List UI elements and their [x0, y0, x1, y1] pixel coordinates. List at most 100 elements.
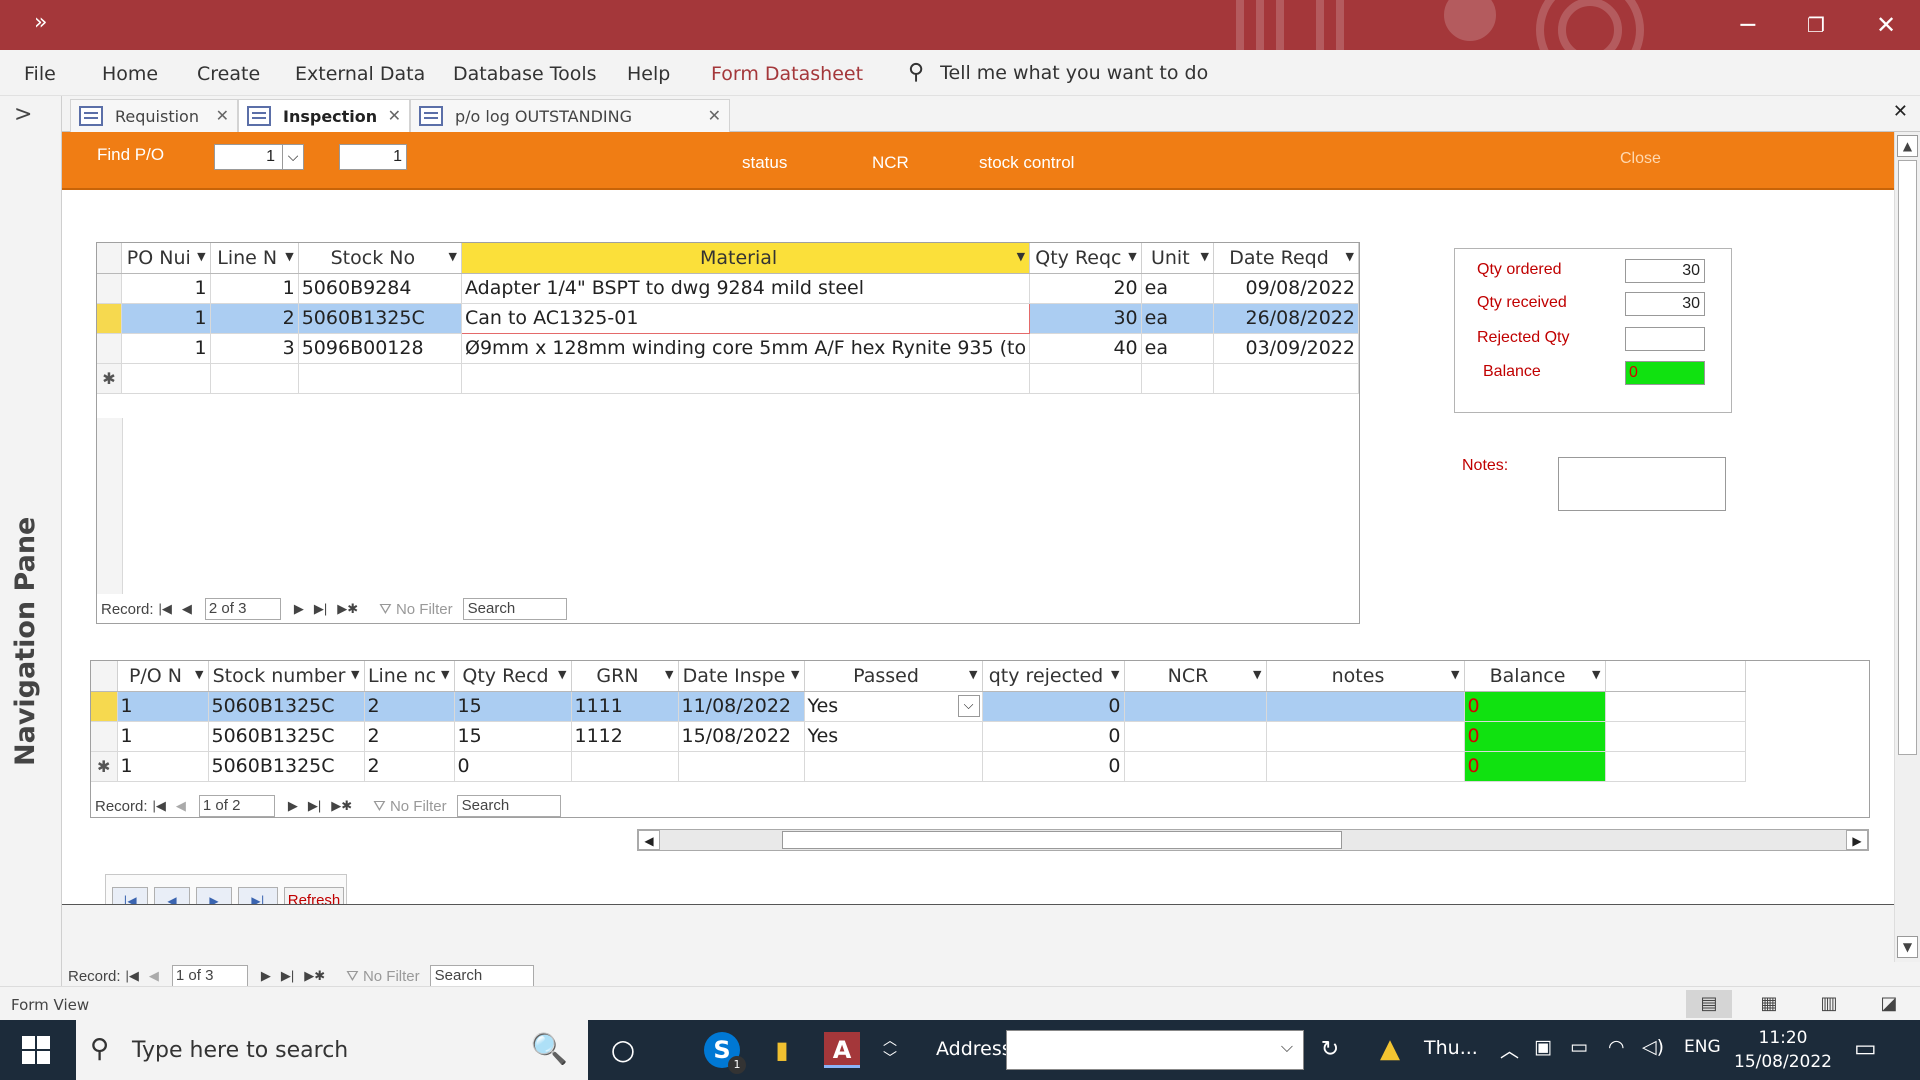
no-filter-button[interactable]: ⛛ No Filter: [373, 798, 446, 815]
find-po-combo[interactable]: 1 ⌵: [214, 144, 304, 170]
cell-po[interactable]: 1: [117, 751, 209, 782]
last-record-icon[interactable]: ▶|: [281, 968, 294, 984]
language-indicator[interactable]: ENG: [1684, 1037, 1721, 1057]
table-row-current[interactable]: 1 2 5060B1325C Can to AC1325-01 30 ea 26…: [97, 302, 1359, 334]
no-filter-button[interactable]: ⛛ No Filter: [379, 601, 452, 618]
col-stock-number[interactable]: Stock number ▼: [208, 661, 365, 692]
tab-home[interactable]: Home: [102, 63, 158, 85]
tab-external-data[interactable]: External Data: [295, 63, 425, 85]
table-row[interactable]: 1 1 5060B9284 Adapter 1/4" BSPT to dwg 9…: [97, 273, 1359, 304]
volume-icon[interactable]: ◁): [1642, 1036, 1664, 1058]
cell-unit[interactable]: ea: [1141, 303, 1215, 334]
cell-qty-rejected[interactable]: 0: [982, 751, 1125, 782]
address-input[interactable]: ⌵: [1006, 1030, 1304, 1070]
tab-create[interactable]: Create: [197, 63, 260, 85]
qty-ordered-field[interactable]: 30: [1625, 259, 1705, 283]
cell-stock[interactable]: 5060B1325C: [208, 691, 365, 722]
cell-qty[interactable]: 30: [1029, 303, 1142, 334]
cell-material[interactable]: Adapter 1/4" BSPT to dwg 9284 mild steel: [461, 273, 1031, 304]
table-row-current[interactable]: 1 5060B1325C 2 15 1111 11/08/2022 Yes ⌵ 0…: [91, 691, 1746, 722]
tell-me-box[interactable]: ⚲ Tell me what you want to do: [908, 60, 1208, 85]
cell-ncr[interactable]: [1124, 691, 1267, 722]
cell-notes[interactable]: [1266, 691, 1465, 722]
layout-view-icon[interactable]: ▥: [1806, 990, 1852, 1018]
scroll-right-icon[interactable]: ▶: [1846, 830, 1868, 850]
cell-qty-rejected[interactable]: 0: [982, 721, 1125, 752]
close-tab-icon[interactable]: ✕: [708, 106, 721, 125]
cell-qty[interactable]: 40: [1029, 333, 1142, 364]
table-row[interactable]: 1 3 5096B00128 Ø9mm x 128mm winding core…: [97, 333, 1359, 364]
notes-field[interactable]: [1558, 457, 1726, 511]
col-line-no[interactable]: Line nc ▼: [364, 661, 455, 692]
form-view-icon[interactable]: ▤: [1686, 990, 1732, 1018]
cell-grn[interactable]: 1112: [571, 721, 679, 752]
select-all[interactable]: [91, 661, 118, 692]
cell-unit[interactable]: ea: [1141, 273, 1215, 304]
cortana-icon[interactable]: ○: [605, 1032, 641, 1068]
table-row[interactable]: 1 5060B1325C 2 15 1112 15/08/2022 Yes 0 …: [91, 721, 1746, 752]
cell-date[interactable]: 09/08/2022: [1213, 273, 1359, 304]
cell-po[interactable]: 1: [121, 303, 211, 334]
ncr-button[interactable]: NCR: [872, 153, 909, 173]
cell-qty[interactable]: 20: [1029, 273, 1142, 304]
status-button[interactable]: status: [742, 153, 787, 173]
row-selector[interactable]: [97, 333, 122, 364]
col-material[interactable]: Material ▼: [461, 243, 1031, 274]
col-po-number[interactable]: PO Nui ▼: [121, 243, 211, 274]
col-date-inspected[interactable]: Date Inspe ▼: [678, 661, 805, 692]
cell-balance[interactable]: 0: [1464, 691, 1606, 722]
tab-file[interactable]: File: [24, 63, 56, 85]
scroll-down-icon[interactable]: ▼: [1897, 936, 1918, 958]
line-number-box[interactable]: 1: [339, 144, 407, 170]
battery-icon[interactable]: ▭: [1570, 1036, 1588, 1058]
next-record-icon[interactable]: ▶: [294, 601, 304, 617]
vertical-scrollbar[interactable]: ▲ ▼: [1894, 132, 1920, 962]
cell-line[interactable]: 2: [364, 691, 455, 722]
cell-balance[interactable]: 0: [1464, 751, 1606, 782]
scroll-up-icon[interactable]: ▲: [1897, 135, 1918, 157]
prev-record-icon[interactable]: ◀: [149, 968, 159, 984]
cell-passed[interactable]: [804, 751, 983, 782]
cell-line[interactable]: 2: [364, 751, 455, 782]
next-record-button[interactable]: ▶: [196, 887, 232, 905]
close-document-icon[interactable]: ✕: [1893, 101, 1908, 122]
row-selector[interactable]: [91, 721, 118, 752]
rejected-qty-field[interactable]: [1625, 327, 1705, 351]
prev-record-button[interactable]: ◀: [154, 887, 190, 905]
cell-date[interactable]: 11/08/2022: [678, 691, 805, 722]
col-qty-rejected[interactable]: qty rejected ▼: [982, 661, 1125, 692]
doc-tab-requistion[interactable]: Requistion ✕: [70, 99, 238, 132]
clock[interactable]: 11:20 15/08/2022: [1728, 1026, 1838, 1074]
show-hidden-icons-icon[interactable]: ︿: [1500, 1036, 1519, 1063]
last-record-button[interactable]: ▶|: [238, 887, 278, 905]
col-qty-reqd[interactable]: Qty Reqc ▼: [1029, 243, 1142, 274]
last-record-icon[interactable]: ▶|: [308, 798, 321, 814]
new-record-icon[interactable]: ✱: [91, 751, 118, 782]
search-input[interactable]: Search: [456, 795, 561, 817]
col-po-n[interactable]: P/O N ▼: [117, 661, 209, 692]
record-position[interactable]: 1 of 3: [171, 965, 248, 987]
weather-text[interactable]: Thu...: [1424, 1037, 1478, 1059]
cell-balance[interactable]: 0: [1464, 721, 1606, 752]
po-lines-datasheet[interactable]: PO Nui ▼ Line N ▼ Stock No ▼ Material ▼ Qty …: [96, 242, 1360, 624]
new-record-icon[interactable]: ✱: [97, 363, 122, 394]
col-date-reqd[interactable]: Date Reqd ▼: [1213, 243, 1359, 274]
first-record-icon[interactable]: |◀: [153, 798, 166, 814]
horizontal-scrollbar[interactable]: ◀ ▶: [637, 829, 1869, 851]
new-record-row[interactable]: ✱ 1 5060B1325C 2 0 0 0: [91, 751, 1746, 782]
cell-unit[interactable]: ea: [1141, 333, 1215, 364]
datasheet-view-icon[interactable]: ▦: [1746, 990, 1792, 1018]
cell-passed-combo[interactable]: Yes ⌵: [804, 691, 983, 722]
design-view-icon[interactable]: ◪: [1866, 990, 1912, 1018]
file-explorer-icon[interactable]: ▮: [764, 1032, 800, 1068]
col-grn[interactable]: GRN ▼: [571, 661, 679, 692]
cell-po[interactable]: 1: [121, 333, 211, 364]
col-unit[interactable]: Unit ▼: [1141, 243, 1215, 274]
cell-material[interactable]: Ø9mm x 128mm winding core 5mm A/F hex Ry…: [461, 333, 1031, 364]
cell-ncr[interactable]: [1124, 721, 1267, 752]
cell-stock[interactable]: 5060B1325C: [298, 303, 462, 334]
new-record-nav-icon[interactable]: ▶✱: [337, 601, 358, 617]
restore-button[interactable]: ❐: [1782, 0, 1850, 50]
cell-line[interactable]: 3: [210, 333, 299, 364]
cell-line[interactable]: 2: [364, 721, 455, 752]
